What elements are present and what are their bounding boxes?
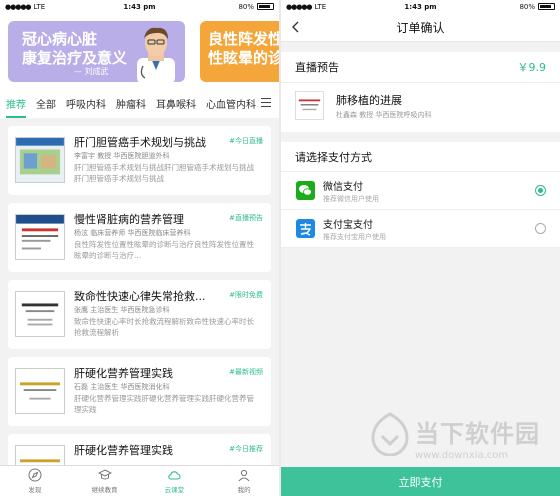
back-arrow-icon[interactable] bbox=[291, 21, 301, 33]
category-tabs: 推荐 全部 呼吸内科 肿瘤科 耳鼻喉科 心血管内科 bbox=[0, 88, 279, 118]
course-thumbnail bbox=[15, 214, 65, 260]
course-meta: 李富宇 教授 华西医院胆道外科 bbox=[74, 152, 170, 160]
banner-line2: 性眩晕的诊断 bbox=[208, 49, 279, 67]
tabbar-label: 继续教育 bbox=[91, 486, 118, 494]
tabbar-education[interactable]: 继续教育 bbox=[70, 466, 140, 496]
course-card[interactable]: 肝门胆管癌手术规划与挑战 #今日直播 李富宇 教授 华西医院胆道外科 肝门胆管癌… bbox=[8, 126, 271, 195]
tabbar-label: 云课堂 bbox=[164, 486, 185, 494]
payment-name: 支付宝支付 bbox=[323, 220, 373, 231]
banner-author: — 刘成武 bbox=[74, 67, 109, 76]
cloud-icon bbox=[168, 471, 181, 480]
menu-icon[interactable] bbox=[261, 98, 271, 107]
course-title: 肝门胆管癌手术规划与挑战 bbox=[74, 136, 206, 149]
course-card[interactable]: 慢性肾脏病的营养管理 #直播预告 杨泫 临床营养师 华西医院临床营养科 良性阵发… bbox=[8, 203, 271, 272]
course-description: 肝门胆管癌手术规划与挑战肝门胆管癌手术规划与挑战肝门胆管癌手术规划与挑战 bbox=[74, 163, 254, 183]
payment-subtitle: 推荐支付宝用户使用 bbox=[323, 233, 386, 241]
course-card[interactable]: 致命性快速心律失常抢救... #限时免费 张鹰 主治医生 华西医院急诊科 致命性… bbox=[8, 280, 271, 349]
status-bar: ●●●●● LTE 1:43 pm 80% bbox=[0, 0, 279, 13]
banner-carousel[interactable]: 冠心病心脏 康复治疗及意义 — 刘成武 良性阵发性位 性眩晕的诊断 bbox=[0, 13, 279, 88]
payment-radio[interactable] bbox=[535, 185, 546, 196]
course-thumbnail bbox=[15, 291, 65, 337]
graduation-cap-icon bbox=[97, 469, 112, 480]
bottom-tab-bar: 发现 继续教育 云课堂 我的 bbox=[0, 465, 279, 496]
clock: 1:43 pm bbox=[123, 2, 156, 11]
course-title: 肺移植的进展 bbox=[336, 94, 402, 107]
tab-ent[interactable]: 耳鼻喉科 bbox=[156, 96, 196, 111]
course-title: 肝硬化营养管理实践 bbox=[74, 367, 173, 380]
course-description: 良性阵发性位置性眩晕的诊断与治疗良性阵发性位置性眩晕的诊断与治疗... bbox=[74, 240, 254, 260]
course-list-screen: ●●●●● LTE 1:43 pm 80% 冠心病心脏 康复治疗及意义 — 刘成… bbox=[0, 0, 279, 496]
banner-vertigo[interactable]: 良性阵发性位 性眩晕的诊断 bbox=[200, 21, 279, 82]
clock: 1:43 pm bbox=[404, 2, 437, 11]
tab-cardiology[interactable]: 心血管内科 bbox=[206, 96, 256, 111]
watermark-url: www.downxia.com bbox=[415, 450, 509, 461]
course-card[interactable]: 肝硬化营养管理实践 #最新视频 石磊 主治医生 华西医院消化科 肝硬化营养管理实… bbox=[8, 357, 271, 426]
order-summary: 直播预告 ￥9.9 肺移植的进展 杜鑫森 教授 华西医院呼吸内科 bbox=[281, 52, 560, 132]
watermark-text: 当下软件园 bbox=[415, 420, 540, 448]
course-title: 肝硬化营养管理实践 bbox=[74, 444, 173, 457]
compass-icon bbox=[28, 468, 42, 482]
banner-line1: 良性阵发性位 bbox=[208, 30, 279, 48]
page-title: 订单确认 bbox=[396, 20, 445, 35]
course-description: 致命性快速心率时长抢救流程解析致命性快速心率时长抢救流程解析 bbox=[74, 317, 254, 337]
course-thumbnail bbox=[15, 137, 65, 183]
wechat-pay-icon bbox=[296, 181, 315, 200]
tabbar-label: 我的 bbox=[237, 486, 251, 494]
payment-option-wechat[interactable]: 微信支付 推荐微信用户使用 bbox=[281, 172, 560, 210]
tab-recommended[interactable]: 推荐 bbox=[6, 96, 26, 118]
payment-radio[interactable] bbox=[535, 223, 546, 234]
tabbar-profile[interactable]: 我的 bbox=[209, 466, 279, 496]
tabbar-discover[interactable]: 发现 bbox=[0, 466, 70, 496]
tabbar-cloud-class[interactable]: 云课堂 bbox=[140, 466, 210, 496]
tab-respiratory[interactable]: 呼吸内科 bbox=[66, 96, 106, 111]
status-bar: ●●●●● LTE 1:43 pm 80% bbox=[281, 0, 560, 13]
course-meta: 石磊 主治医生 华西医院消化科 bbox=[74, 383, 170, 391]
pay-now-button[interactable]: 立即支付 bbox=[281, 467, 560, 496]
section-title: 直播预告 bbox=[295, 61, 339, 74]
course-title: 致命性快速心律失常抢救... bbox=[74, 290, 206, 303]
course-title: 慢性肾脏病的营养管理 bbox=[74, 213, 184, 226]
course-tag: #最新视频 bbox=[229, 368, 263, 376]
course-thumbnail bbox=[295, 91, 324, 120]
tabbar-label: 发现 bbox=[28, 486, 42, 494]
user-icon bbox=[238, 469, 250, 482]
order-price: ￥9.9 bbox=[517, 61, 547, 74]
course-tag: #限时免费 bbox=[229, 291, 263, 299]
course-thumbnail bbox=[15, 368, 65, 414]
payment-name: 微信支付 bbox=[323, 182, 363, 193]
tab-oncology[interactable]: 肿瘤科 bbox=[116, 96, 146, 111]
course-tag: #今日直播 bbox=[229, 137, 263, 145]
battery-icon bbox=[538, 3, 555, 10]
payment-option-alipay[interactable]: 支付宝支付 推荐支付宝用户使用 bbox=[281, 210, 560, 248]
course-meta: 杨泫 临床营养师 华西医院临床营养科 bbox=[74, 229, 191, 237]
tab-all[interactable]: 全部 bbox=[36, 96, 56, 111]
downxia-logo-icon bbox=[371, 412, 409, 456]
nav-bar: 订单确认 bbox=[281, 13, 560, 42]
battery-icon bbox=[257, 3, 274, 10]
course-tag: #今日推荐 bbox=[229, 445, 263, 453]
order-course: 肺移植的进展 杜鑫森 教授 华西医院呼吸内科 bbox=[281, 83, 560, 132]
doctor-portrait-icon bbox=[137, 27, 175, 82]
course-feed: 肝门胆管癌手术规划与挑战 #今日直播 李富宇 教授 华西医院胆道外科 肝门胆管癌… bbox=[0, 118, 279, 496]
course-description: 肝硬化营养管理实践肝硬化营养管理实践肝硬化营养管理实践 bbox=[74, 394, 254, 414]
alipay-icon bbox=[296, 219, 315, 238]
course-meta: 杜鑫森 教授 华西医院呼吸内科 bbox=[336, 111, 432, 119]
banner-line1: 冠心病心脏 bbox=[22, 30, 98, 48]
payment-subtitle: 推荐微信用户使用 bbox=[323, 195, 379, 203]
order-confirm-screen: ●●●●● LTE 1:43 pm 80% 订单确认 直播预告 ￥9.9 肺移植… bbox=[281, 0, 560, 496]
course-tag: #直播预告 bbox=[229, 214, 263, 222]
course-meta: 张鹰 主治医生 华西医院急诊科 bbox=[74, 306, 170, 314]
banner-cardiac-rehab[interactable]: 冠心病心脏 康复治疗及意义 — 刘成武 bbox=[8, 21, 185, 82]
payment-heading: 请选择支付方式 bbox=[281, 142, 560, 172]
